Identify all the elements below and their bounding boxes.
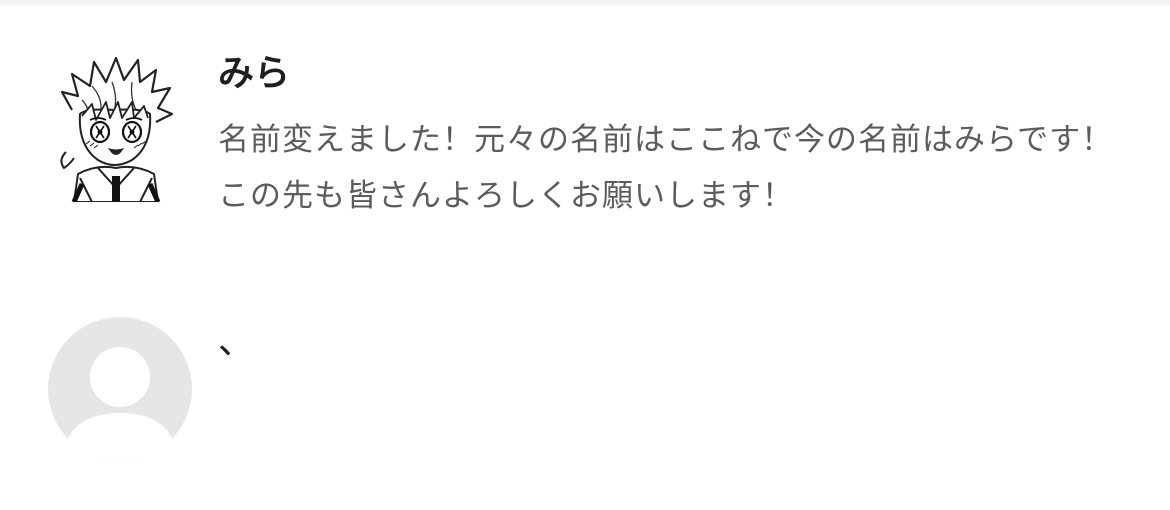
comment-item: みら 名前変えました！元々の名前はここねで今の名前はみらです！この先も皆さんよろ… xyxy=(0,48,1170,218)
top-divider xyxy=(0,0,1170,5)
comment-username[interactable]: みら xyxy=(218,52,290,96)
comment-item: 、 xyxy=(0,312,1170,472)
comment-text: 名前変えました！元々の名前はここねで今の名前はみらです！この先も皆さんよろしくお… xyxy=(218,122,1114,214)
comment-text: 、 xyxy=(218,321,256,362)
anime-character-avatar-icon[interactable] xyxy=(52,52,180,204)
default-user-avatar-icon[interactable] xyxy=(48,317,192,461)
